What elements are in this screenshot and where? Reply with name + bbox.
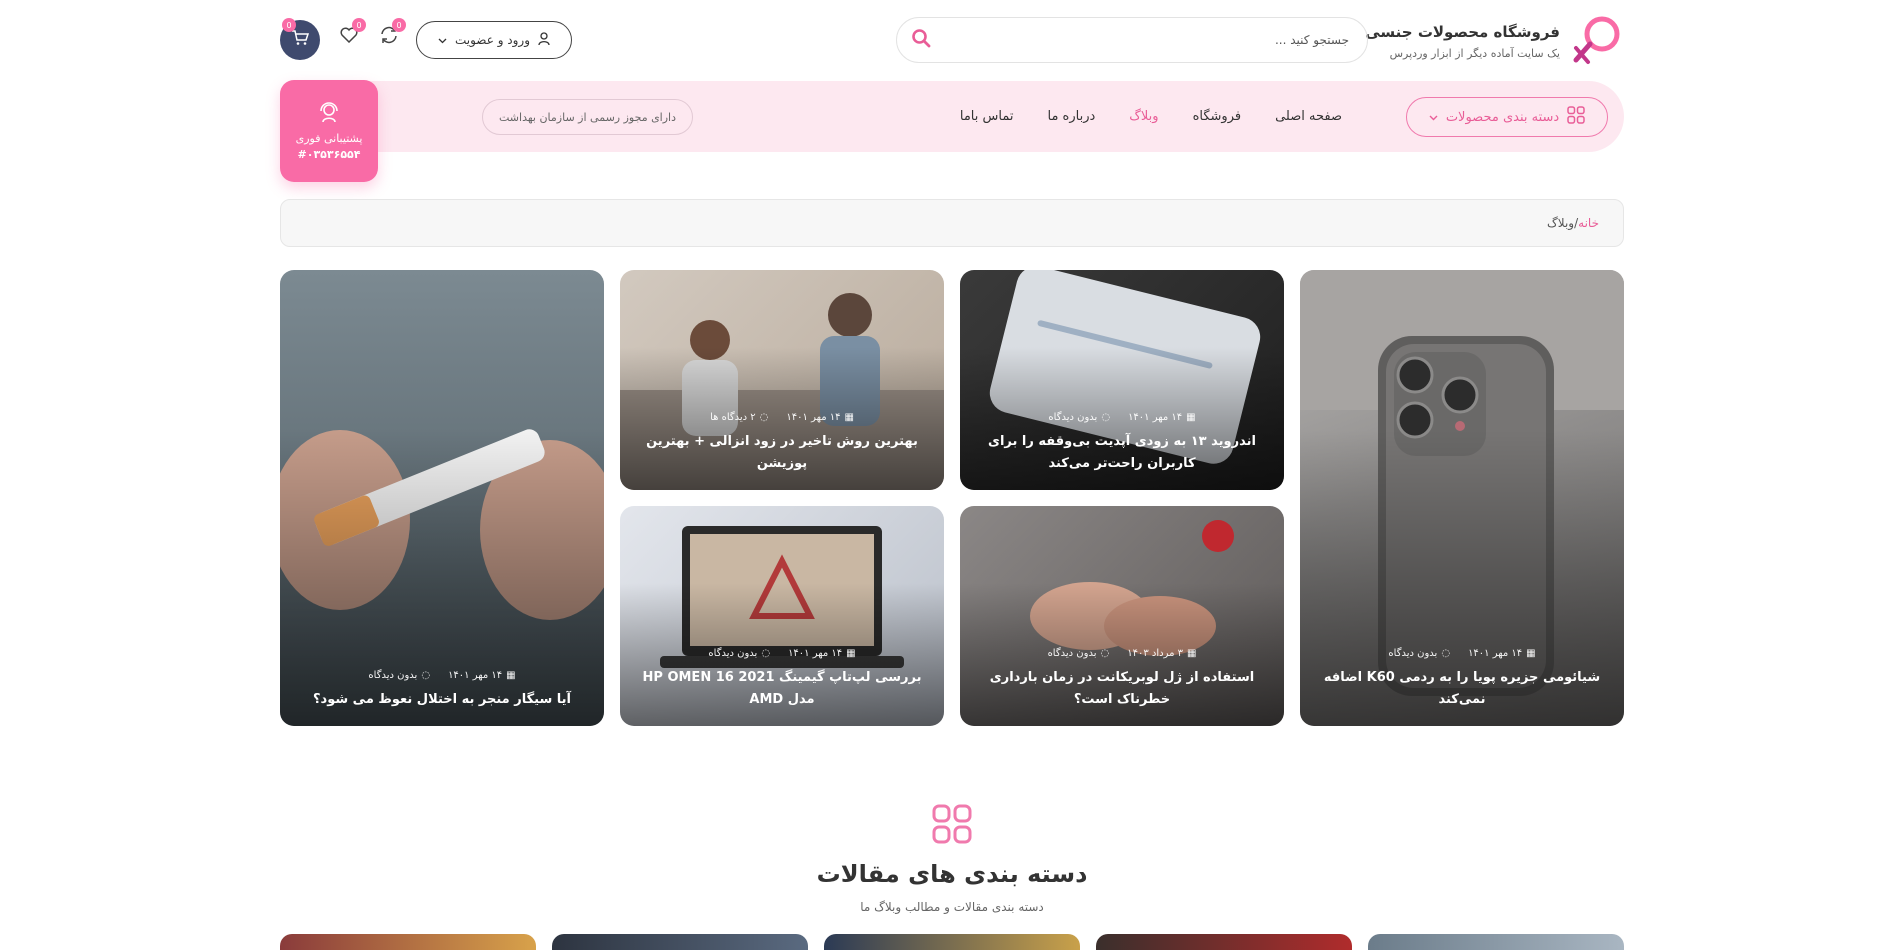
posts-grid: ▦ ۱۴ مهر ۱۴۰۱ ◌ بدون دیدگاه شیائومی جزیره … (280, 270, 1624, 726)
search-input[interactable]: جستجو کنید ... (1275, 33, 1349, 47)
comment-icon: ◌ (1441, 647, 1451, 659)
post-card[interactable]: ▦ ۳ مرداد ۱۴۰۳ ◌ بدون دیدگاه استفاده از ژل… (960, 506, 1284, 726)
category-thumbnails (280, 934, 1624, 950)
support-phone: #۰۳۵۳۶۵۵۴ (297, 148, 361, 161)
post-date: ▦ ۱۴ مهر ۱۴۰۱ (1468, 647, 1536, 659)
category-thumbnail[interactable] (1368, 934, 1624, 950)
compare-count-badge: 0 (392, 18, 406, 32)
comment-icon: ◌ (759, 411, 769, 423)
post-card[interactable]: ▦ ۱۴ مهر ۱۴۰۱ ◌ بدون دیدگاه اندروید ۱۳ به … (960, 270, 1284, 490)
post-date: ▦ ۱۴ مهر ۱۴۰۱ (788, 647, 856, 659)
logo-title: فروشگاه محصولات جنسی (1365, 22, 1560, 41)
section-subtitle: دسته بندی مقالات و مطالب وبلاگ ما (860, 900, 1044, 914)
search-icon[interactable] (911, 28, 931, 52)
comment-icon: ◌ (1100, 647, 1110, 659)
calendar-icon: ▦ (506, 670, 516, 682)
post-comments: ◌ بدون دیدگاه (1388, 647, 1451, 659)
category-thumbnail[interactable] (824, 934, 1080, 950)
license-badge: دارای مجوز رسمی از سازمان بهداشت (482, 99, 694, 135)
grid-icon (1567, 106, 1585, 128)
category-thumbnail[interactable] (280, 934, 536, 950)
grid-icon (932, 804, 972, 848)
compare-button[interactable]: 0 (376, 18, 406, 50)
comment-icon: ◌ (1101, 411, 1111, 423)
post-title[interactable]: اندروید ۱۳ به زودی آپدیت بی‌وقفه را برای… (980, 431, 1264, 477)
post-title[interactable]: شیائومی جزیره پویا را به ردمی K60 اضافه … (1320, 667, 1604, 713)
post-title[interactable]: بهترین روش تاخیر در زود انزالی + بهترین … (640, 431, 924, 477)
post-comments: ◌ بدون دیدگاه (1047, 647, 1110, 659)
site-logo[interactable]: فروشگاه محصولات جنسی یک سایت آماده دیگر … (1365, 14, 1624, 68)
breadcrumb-current: وبلاگ (1547, 216, 1575, 230)
logo-subtitle: یک سایت آماده دیگر از ابزار وردپرس (1389, 46, 1560, 60)
category-thumbnail[interactable] (552, 934, 808, 950)
breadcrumb: خانه / وبلاگ (280, 199, 1624, 247)
nav-item-blog[interactable]: وبلاگ (1129, 109, 1158, 124)
calendar-icon: ▦ (846, 647, 856, 659)
comment-icon: ◌ (421, 670, 431, 682)
post-comments: ◌ بدون دیدگاه (1048, 411, 1111, 423)
cart-count-badge: 0 (282, 18, 296, 32)
calendar-icon: ▦ (1526, 647, 1536, 659)
nav-menu: صفحه اصلی فروشگاه وبلاگ درباره ما تماس ب… (960, 81, 1342, 152)
calendar-icon: ▦ (1187, 647, 1197, 659)
wishlist-button[interactable]: 0 (336, 18, 366, 50)
login-register-button[interactable]: ورود و عضویت (416, 21, 572, 59)
support-label: پشتیبانی فوری (295, 132, 363, 145)
nav-item-about[interactable]: درباره ما (1047, 109, 1095, 124)
post-title[interactable]: آیا سیگار منجر به اختلال نعوظ می شود؟ (300, 689, 584, 712)
comment-icon: ◌ (761, 647, 771, 659)
post-date: ▦ ۱۴ مهر ۱۴۰۱ (786, 411, 854, 423)
post-date: ▦ ۱۴ مهر ۱۴۰۱ (448, 670, 516, 682)
post-title[interactable]: بررسی لپ‌تاپ گیمینگ HP OMEN 16 2021 مدل … (640, 667, 924, 713)
search-bar[interactable]: جستجو کنید ... (896, 17, 1368, 63)
post-date: ▦ ۳ مرداد ۱۴۰۳ (1127, 647, 1197, 659)
product-categories-button[interactable]: دسته بندی محصولات (1406, 97, 1608, 137)
chevron-down-icon (438, 33, 447, 47)
post-card[interactable]: ▦ ۱۴ مهر ۱۴۰۱ ◌ بدون دیدگاه آیا سیگار منجر… (280, 270, 604, 726)
post-title[interactable]: استفاده از ژل لوبریکانت در زمان بارداری … (980, 667, 1264, 713)
post-card[interactable]: ▦ ۱۴ مهر ۱۴۰۱ ◌ بدون دیدگاه شیائومی جزیره … (1300, 270, 1624, 726)
article-categories-section: دسته بندی های مقالات دسته بندی مقالات و … (280, 804, 1624, 914)
nav-item-shop[interactable]: فروشگاه (1193, 109, 1242, 124)
category-thumbnail[interactable] (1096, 934, 1352, 950)
nav-item-home[interactable]: صفحه اصلی (1275, 109, 1342, 124)
post-card[interactable]: ▦ ۱۴ مهر ۱۴۰۱ ◌ ۲ دیدگاه ها بهترین روش تاخ… (620, 270, 944, 490)
calendar-icon: ▦ (1186, 411, 1196, 423)
user-icon (538, 31, 550, 49)
logo-icon (1568, 14, 1624, 68)
chevron-down-icon (1429, 110, 1438, 125)
wishlist-count-badge: 0 (352, 18, 366, 32)
login-label: ورود و عضویت (454, 33, 531, 47)
site-header: فروشگاه محصولات جنسی یک سایت آماده دیگر … (280, 14, 1624, 68)
categories-label: دسته بندی محصولات (1445, 109, 1560, 125)
support-box[interactable]: پشتیبانی فوری #۰۳۵۳۶۵۵۴ (280, 80, 378, 182)
post-comments: ◌ بدون دیدگاه (368, 670, 431, 682)
breadcrumb-home-link[interactable]: خانه (1578, 216, 1599, 230)
cart-button[interactable]: 0 (280, 18, 320, 60)
post-comments: ◌ ۲ دیدگاه ها (710, 411, 769, 423)
section-title: دسته بندی های مقالات (816, 860, 1088, 888)
breadcrumb-separator: / (1574, 216, 1579, 230)
post-date: ▦ ۱۴ مهر ۱۴۰۱ (1128, 411, 1196, 423)
nav-item-contact[interactable]: تماس باما (960, 109, 1014, 124)
calendar-icon: ▦ (844, 411, 854, 423)
cart-icon (291, 30, 310, 50)
post-card[interactable]: ▦ ۱۴ مهر ۱۴۰۱ ◌ بدون دیدگاه بررسی لپ‌تاپ گ… (620, 506, 944, 726)
main-nav: دسته بندی محصولات صفحه اصلی فروشگاه وبلا… (280, 80, 1624, 182)
post-comments: ◌ بدون دیدگاه (708, 647, 771, 659)
headset-icon (318, 101, 340, 129)
